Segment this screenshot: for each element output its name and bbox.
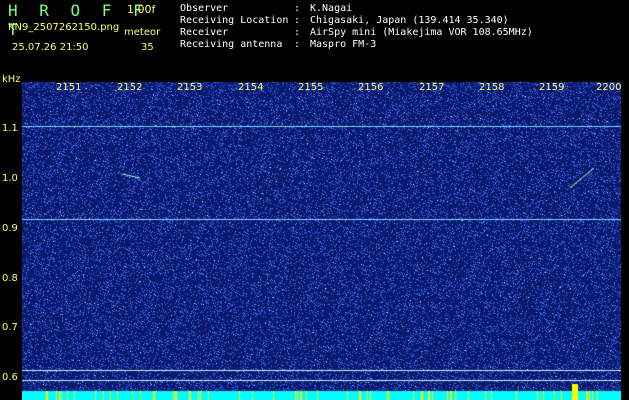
meteor-label: meteor — [124, 27, 161, 38]
info-value: AirSpy mini (Miakejima VOR 108.65MHz) — [310, 27, 533, 38]
time-tick-label: 2152 — [117, 82, 143, 93]
info-key: Receiving Location — [180, 15, 289, 26]
time-tick-label: 2153 — [177, 82, 203, 93]
freq-tick-label: 0.8 — [2, 273, 18, 284]
info-value: K.Nagai — [310, 3, 353, 14]
datetime: 25.07.26 21:50 — [12, 42, 89, 53]
freq-tick-label: 0.6 — [2, 372, 18, 383]
time-tick-label: 2155 — [298, 82, 324, 93]
info-key: Observer — [180, 3, 229, 14]
info-value: Maspro FM-3 — [310, 39, 377, 50]
info-value: Chigasaki, Japan (139.414 35.340) — [310, 15, 509, 26]
version-label: 1.00f — [127, 3, 156, 16]
freq-tick-label: 0.7 — [2, 322, 18, 333]
spectrogram-canvas — [22, 82, 621, 400]
frequency-unit: kHz — [2, 74, 21, 85]
app-header: H R O F F T 1.00f KN9_2507262150.png met… — [0, 0, 170, 70]
file-name: KN9_2507262150.png — [8, 22, 120, 33]
time-tick-label: 2159 — [539, 82, 565, 93]
freq-tick-label: 1.1 — [2, 123, 18, 134]
freq-tick-label: 0.9 — [2, 223, 18, 234]
time-tick-label: 2154 — [238, 82, 264, 93]
waterfall-spectrogram — [22, 82, 621, 400]
time-tick-label: 2157 — [419, 82, 445, 93]
info-colon: : — [294, 27, 301, 38]
time-tick-label: 2158 — [479, 82, 505, 93]
info-colon: : — [294, 3, 301, 14]
time-tick-label: 2151 — [56, 82, 82, 93]
freq-tick-label: 1.0 — [2, 173, 18, 184]
info-key: Receiver — [180, 27, 229, 38]
info-key: Receiving antenna — [180, 39, 283, 50]
time-tick-label: 2156 — [358, 82, 384, 93]
info-colon: : — [294, 15, 301, 26]
info-colon: : — [294, 39, 301, 50]
time-tick-label: 2200 — [596, 82, 622, 93]
meteor-count: 35 — [141, 42, 154, 53]
